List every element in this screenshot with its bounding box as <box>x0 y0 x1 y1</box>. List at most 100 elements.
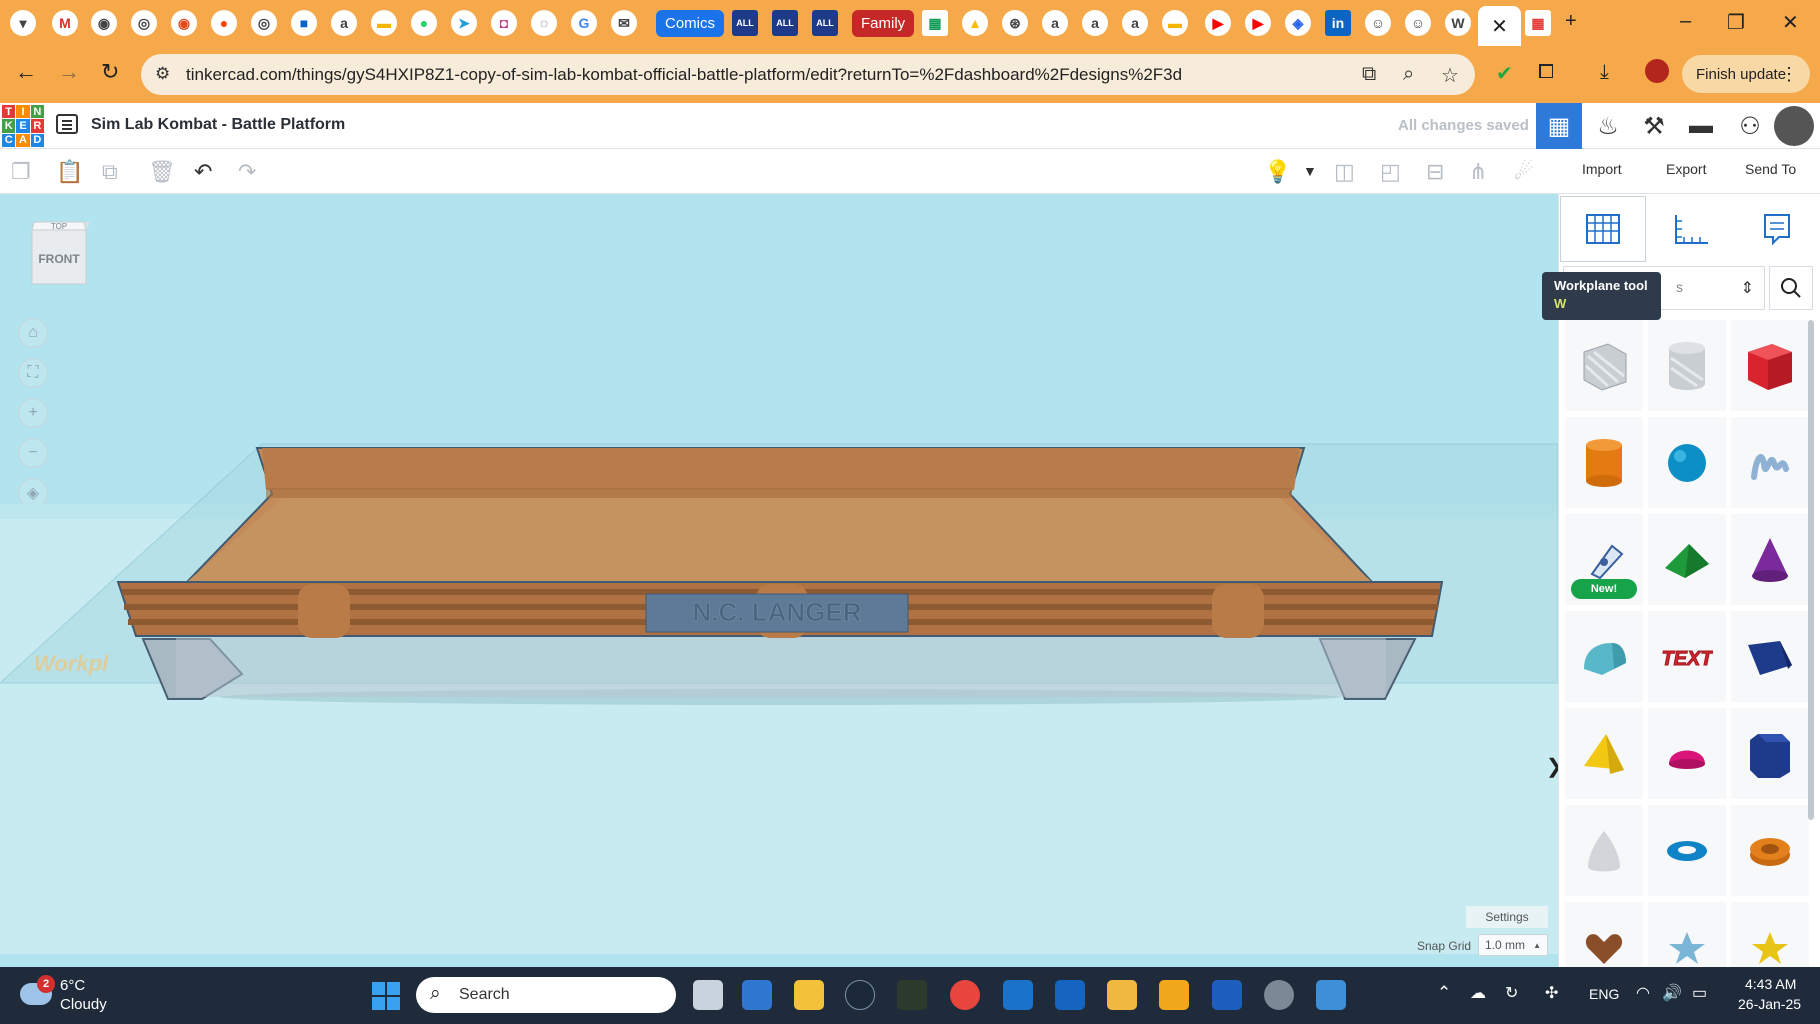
send-to-button[interactable]: Send To <box>1745 161 1796 177</box>
tab-telegram-icon[interactable]: ➤ <box>451 10 477 36</box>
shape-tube[interactable] <box>1731 805 1809 896</box>
tab-mail-icon[interactable]: ✉ <box>611 10 637 36</box>
delete-icon[interactable]: 🗑 <box>148 159 176 185</box>
extensions-puzzle-icon[interactable]: ⧠ <box>1538 61 1554 84</box>
export-button[interactable]: Export <box>1666 161 1706 177</box>
shape-polygon[interactable] <box>1731 708 1809 799</box>
word-icon[interactable] <box>1212 980 1242 1010</box>
design-menu-icon[interactable] <box>56 114 78 134</box>
undo-icon[interactable]: ↶ <box>194 159 212 185</box>
shape-box[interactable] <box>1731 320 1809 411</box>
blocks-view-icon[interactable]: ♨ <box>1585 103 1631 149</box>
shape-wedge[interactable] <box>1731 611 1809 702</box>
bricks-view-icon[interactable]: ⚒ <box>1631 103 1677 149</box>
start-button[interactable] <box>372 982 400 1010</box>
redo-icon[interactable]: ↷ <box>238 159 256 185</box>
tab-youtube-icon[interactable]: ▶ <box>1245 10 1271 36</box>
weather-description[interactable]: Cloudy <box>60 996 107 1013</box>
tab-site-icon[interactable]: ▬ <box>1162 10 1188 36</box>
shape-paraboloid[interactable] <box>1565 805 1643 896</box>
settings-gear-icon[interactable] <box>1264 980 1294 1010</box>
workplane-tool-tab[interactable] <box>1560 196 1646 262</box>
tab-amazon-icon[interactable]: a <box>1082 10 1108 36</box>
task-view-icon[interactable] <box>693 980 723 1010</box>
ruler-tool-tab[interactable] <box>1647 196 1733 262</box>
shape-round-roof[interactable] <box>1565 611 1643 702</box>
url-text[interactable]: tinkercad.com/things/gyS4HXIP8Z1-copy-of… <box>186 65 1182 85</box>
settings-button[interactable]: Settings <box>1466 906 1548 928</box>
invite-user-icon[interactable]: ⚇ <box>1727 103 1773 149</box>
tab-site-icon[interactable]: ◎ <box>131 10 157 36</box>
duplicate-icon[interactable]: ⧉ <box>102 159 118 185</box>
tray-chevron-icon[interactable]: ⌃ <box>1437 983 1451 1003</box>
3d-view-grid-icon[interactable]: ▦ <box>1536 103 1582 149</box>
outlook-icon[interactable] <box>1003 980 1033 1010</box>
notes-tool-tab[interactable] <box>1734 196 1820 262</box>
finish-update-button[interactable]: Finish update ⋮ <box>1682 55 1810 93</box>
download-icon[interactable]: ⤓ <box>1600 61 1609 84</box>
tab-wordpress-icon[interactable]: W <box>1445 10 1471 36</box>
game-app-icon[interactable] <box>897 980 927 1010</box>
language-indicator[interactable]: ENG <box>1589 986 1619 1002</box>
weather-temperature[interactable]: 6°C <box>60 977 85 994</box>
shape-box-hole[interactable] <box>1565 320 1643 411</box>
tab-gmail-icon[interactable]: M <box>52 10 78 36</box>
shape-cylinder-hole[interactable] <box>1648 320 1726 411</box>
projects-briefcase-icon[interactable]: ▬ <box>1678 103 1724 149</box>
tab-amazon-icon[interactable]: a <box>1122 10 1148 36</box>
snap-grid-select[interactable]: 1.0 mm ▲ <box>1478 934 1548 956</box>
copy-icon[interactable]: ❐ <box>11 159 31 185</box>
active-tab-close-icon[interactable]: ✕ <box>1478 6 1521 46</box>
profile-avatar[interactable] <box>1645 59 1669 83</box>
group-icon[interactable]: ◫ <box>1334 159 1355 185</box>
tab-all-icon[interactable]: ALL <box>812 10 838 36</box>
design-title[interactable]: Sim Lab Kombat - Battle Platform <box>91 116 345 134</box>
tab-whatsapp-icon[interactable]: ● <box>411 10 437 36</box>
shape-star[interactable] <box>1648 902 1726 967</box>
3d-viewport[interactable]: TOP FRONT ⌂ ⛶ + − ◈ Workpl N.C. LANGER S… <box>0 194 1558 967</box>
tab-outlook-icon[interactable]: ■ <box>291 10 317 36</box>
winamp-icon[interactable] <box>1159 980 1189 1010</box>
ms-store-icon[interactable] <box>742 980 772 1010</box>
shape-cylinder[interactable] <box>1565 417 1643 508</box>
site-info-icon[interactable]: ⚙ <box>155 64 170 84</box>
import-button[interactable]: Import <box>1582 161 1622 177</box>
tab-site-icon[interactable]: ◎ <box>251 10 277 36</box>
photos-icon[interactable] <box>1316 980 1346 1010</box>
user-avatar[interactable] <box>1774 106 1814 146</box>
reload-button[interactable]: ↻ <box>101 59 119 85</box>
chrome-icon[interactable] <box>950 980 980 1010</box>
shape-text[interactable]: TEXT <box>1648 611 1726 702</box>
app-c-icon[interactable] <box>1055 980 1085 1010</box>
lightbulb-icon[interactable]: 💡 <box>1264 159 1291 185</box>
tab-site-icon[interactable]: ☺ <box>1365 10 1391 36</box>
address-bar[interactable]: ⚙ tinkercad.com/things/gyS4HXIP8Z1-copy-… <box>141 54 1475 95</box>
restore-button[interactable]: ❐ <box>1727 10 1745 35</box>
onedrive-icon[interactable]: ☁ <box>1470 983 1486 1003</box>
forward-button[interactable]: → <box>58 59 80 85</box>
tab-sheets-icon[interactable]: ▦ <box>922 10 948 36</box>
shape-sketch[interactable]: New! <box>1565 514 1643 605</box>
collapse-panel-icon[interactable]: ❯ <box>1546 754 1558 779</box>
tab-site-icon[interactable]: ◉ <box>171 10 197 36</box>
clock-time[interactable]: 4:43 AM <box>1745 976 1796 992</box>
shape-sphere[interactable] <box>1648 417 1726 508</box>
tab-amazon-icon[interactable]: a <box>331 10 357 36</box>
clock-date[interactable]: 26-Jan-25 <box>1738 996 1801 1012</box>
battery-icon[interactable]: ▭ <box>1692 983 1707 1003</box>
tinkercad-logo[interactable]: T I N K E R C A D <box>2 105 44 147</box>
3d-scene[interactable]: Workpl N.C. LANGER <box>0 194 1558 967</box>
bookmark-star-icon[interactable]: ☆ <box>1441 63 1459 88</box>
steam-icon[interactable] <box>845 980 875 1010</box>
cruise-icon[interactable]: ☄ <box>1514 159 1534 185</box>
new-tab-button[interactable]: + <box>1565 10 1577 33</box>
tab-linkedin-icon[interactable]: in <box>1325 10 1351 36</box>
tab-amazon-icon[interactable]: a <box>1042 10 1068 36</box>
minimize-button[interactable]: – <box>1680 10 1691 33</box>
tab-site-icon[interactable]: ▬ <box>371 10 397 36</box>
wifi-icon[interactable]: ◠ <box>1636 983 1650 1003</box>
ungroup-icon[interactable]: ◰ <box>1380 159 1401 185</box>
shape-roof[interactable] <box>1648 514 1726 605</box>
taskbar-search[interactable]: ⌕ Search <box>416 977 676 1013</box>
tab-site-icon[interactable]: ◈ <box>1285 10 1311 36</box>
